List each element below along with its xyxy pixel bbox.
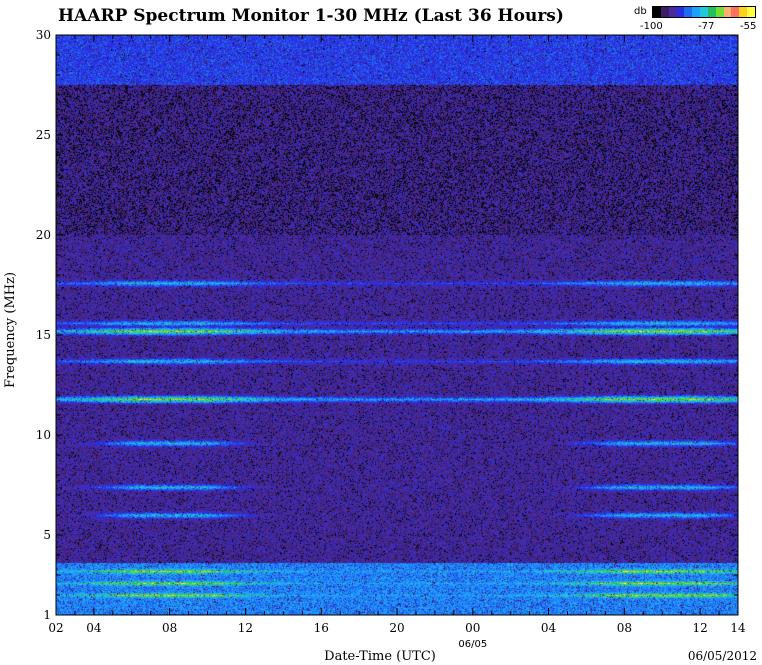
date-marker-label: 06/05 bbox=[458, 639, 487, 650]
x-tick-label: 00 bbox=[465, 621, 480, 635]
x-tick-label: 04 bbox=[541, 621, 557, 635]
x-tick-label: 20 bbox=[389, 621, 404, 635]
x-axis-title: Date-Time (UTC) bbox=[324, 649, 436, 664]
y-axis-title: Frequency (MHz) bbox=[3, 272, 18, 388]
x-tick-label: 16 bbox=[314, 621, 329, 635]
y-tick-label: 1 bbox=[43, 608, 51, 622]
x-axis: 02 04 08 12 16 20 00 04 08 12 14 06/05 bbox=[48, 35, 746, 650]
x-tick-label: 04 bbox=[86, 621, 102, 635]
y-tick-label: 10 bbox=[36, 428, 51, 442]
y-tick-label: 20 bbox=[36, 228, 51, 242]
y-tick-label: 30 bbox=[36, 28, 51, 42]
plot-frame bbox=[55, 34, 739, 616]
x-tick-label: 08 bbox=[162, 621, 177, 635]
x-tick-label: 14 bbox=[730, 621, 746, 635]
y-tick-label: 5 bbox=[43, 528, 51, 542]
x-tick-label: 08 bbox=[617, 621, 632, 635]
y-tick-label: 25 bbox=[36, 128, 51, 142]
timestamp-label: 06/05/2012 bbox=[688, 649, 757, 663]
x-tick-label: 12 bbox=[692, 621, 707, 635]
x-tick-label: 12 bbox=[238, 621, 253, 635]
y-axis: 151015202530 bbox=[36, 28, 738, 622]
chart-axes: 151015202530 02 04 08 12 16 20 00 04 08 12 1406/05… bbox=[3, 28, 757, 664]
y-tick-label: 15 bbox=[36, 328, 51, 342]
x-tick-label: 02 bbox=[48, 621, 63, 635]
